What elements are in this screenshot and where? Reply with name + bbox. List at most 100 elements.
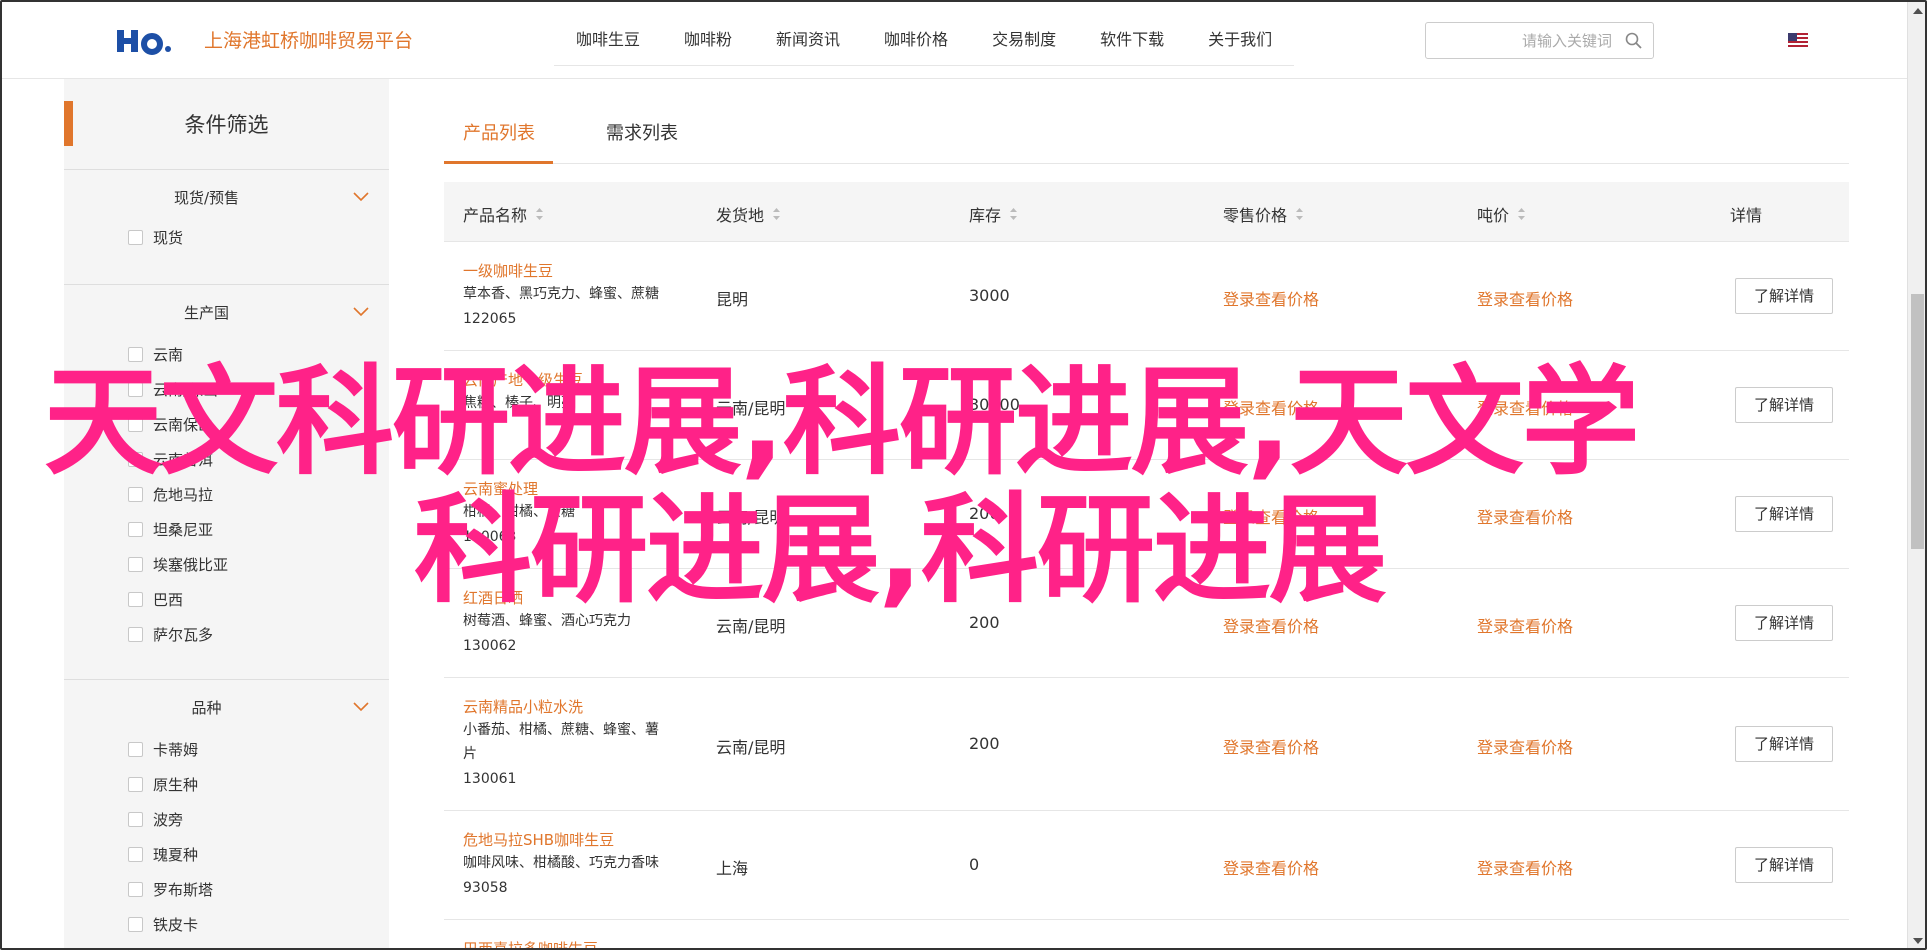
nav-item-about-us[interactable]: 关于我们 xyxy=(1186,24,1294,65)
company-logo[interactable] xyxy=(115,24,175,58)
sort-icon[interactable] xyxy=(535,207,544,221)
ton-price-login-link[interactable]: 登录查看价格 xyxy=(1477,286,1573,310)
column-header-retail-price[interactable]: 零售价格 xyxy=(1223,202,1304,226)
product-name-link[interactable]: 云南精品小粒水洗 xyxy=(463,696,583,717)
nav-item-software-download[interactable]: 软件下载 xyxy=(1078,24,1186,65)
filter-option[interactable]: 萨尔瓦多 xyxy=(128,624,213,644)
chevron-down-icon[interactable] xyxy=(353,702,369,712)
product-code: 130061 xyxy=(463,771,517,787)
filter-option[interactable]: 危地马拉 xyxy=(128,484,213,504)
browser-window: 上海港虹桥咖啡贸易平台 咖啡生豆 咖啡粉 新闻资讯 咖啡价格 交易制度 软件下载… xyxy=(0,0,1927,950)
filter-option[interactable]: 云南普洱 xyxy=(128,449,213,469)
product-name-link[interactable]: 巴西喜拉多咖啡生豆 xyxy=(463,938,598,948)
sort-icon[interactable] xyxy=(772,207,781,221)
product-name-link[interactable]: 一级咖啡生豆 xyxy=(463,260,553,281)
ton-price-login-link[interactable]: 登录查看价格 xyxy=(1477,504,1573,528)
checkbox[interactable] xyxy=(128,776,143,792)
retail-price-login-link[interactable]: 登录查看价格 xyxy=(1223,613,1319,637)
sort-icon[interactable] xyxy=(1295,207,1304,221)
filter-option[interactable]: 云南保山 xyxy=(128,414,213,434)
column-header-origin[interactable]: 发货地 xyxy=(716,202,781,226)
filter-option[interactable]: 卡蒂姆 xyxy=(128,739,198,759)
vertical-scrollbar[interactable] xyxy=(1907,2,1925,948)
retail-price-login-link[interactable]: 登录查看价格 xyxy=(1223,734,1319,758)
checkbox[interactable] xyxy=(128,916,143,932)
checkbox[interactable] xyxy=(128,346,143,362)
filter-option[interactable]: 铁皮卡 xyxy=(128,914,198,934)
product-name-link[interactable]: 云南蜜处理 xyxy=(463,478,538,499)
filter-group-title-variety[interactable]: 品种 xyxy=(64,697,349,718)
search-input[interactable] xyxy=(1426,23,1616,58)
checkbox[interactable] xyxy=(128,229,143,245)
filter-group-title-stock[interactable]: 现货/预售 xyxy=(64,187,349,208)
checkbox[interactable] xyxy=(128,381,143,397)
product-name-link[interactable]: 红酒日晒 xyxy=(463,587,523,608)
nav-item-coffee-powder[interactable]: 咖啡粉 xyxy=(662,24,754,65)
filter-option[interactable]: 罗布斯塔 xyxy=(128,879,213,899)
column-header-stock[interactable]: 库存 xyxy=(969,202,1018,226)
checkbox[interactable] xyxy=(128,451,143,467)
tab-demand-list[interactable]: 需求列表 xyxy=(606,119,678,145)
nav-item-trading-rules[interactable]: 交易制度 xyxy=(970,24,1078,65)
product-name-link[interactable]: 危地马拉SHB咖啡生豆 xyxy=(463,829,614,850)
search-icon[interactable] xyxy=(1625,32,1643,50)
filter-option[interactable]: 瑰夏种 xyxy=(128,844,198,864)
details-button[interactable]: 了解详情 xyxy=(1735,605,1833,641)
scrollbar-thumb[interactable] xyxy=(1911,294,1924,549)
checkbox[interactable] xyxy=(128,486,143,502)
active-tab-indicator xyxy=(444,161,553,164)
filter-option[interactable]: 云南 xyxy=(128,344,183,364)
details-button[interactable]: 了解详情 xyxy=(1735,726,1833,762)
column-header-ton-price[interactable]: 吨价 xyxy=(1477,202,1526,226)
product-name-link[interactable]: 云南产地一级生豆 xyxy=(463,369,583,390)
sort-icon[interactable] xyxy=(1009,207,1018,221)
details-button[interactable]: 了解详情 xyxy=(1735,278,1833,314)
divider xyxy=(64,284,389,285)
ton-price-login-link[interactable]: 登录查看价格 xyxy=(1477,855,1573,879)
ton-price-login-link[interactable]: 登录查看价格 xyxy=(1477,395,1573,419)
checkbox[interactable] xyxy=(128,846,143,862)
checkbox[interactable] xyxy=(128,556,143,572)
filter-option[interactable]: 云南/保山 xyxy=(128,379,218,399)
checkbox[interactable] xyxy=(128,811,143,827)
checkbox[interactable] xyxy=(128,416,143,432)
checkbox[interactable] xyxy=(128,881,143,897)
details-button[interactable]: 了解详情 xyxy=(1735,847,1833,883)
product-flavor: 焦糖、榛子、明亮 xyxy=(463,395,575,411)
brand-name[interactable]: 上海港虹桥咖啡贸易平台 xyxy=(204,26,413,53)
tab-bar: 产品列表 需求列表 xyxy=(444,79,1849,164)
chevron-down-icon[interactable] xyxy=(353,192,369,202)
retail-price-login-link[interactable]: 登录查看价格 xyxy=(1223,504,1319,528)
checkbox[interactable] xyxy=(128,591,143,607)
chevron-down-icon[interactable] xyxy=(353,307,369,317)
tab-product-list[interactable]: 产品列表 xyxy=(463,119,535,145)
us-flag-icon[interactable] xyxy=(1788,33,1808,47)
retail-price-login-link[interactable]: 登录查看价格 xyxy=(1223,395,1319,419)
details-button[interactable]: 了解详情 xyxy=(1735,496,1833,532)
table-row: 巴西喜拉多咖啡生豆 xyxy=(444,920,1849,948)
table-row: 一级咖啡生豆 草本香、黑巧克力、蜂蜜、蔗糖 122065 昆明 3000 登录查… xyxy=(444,242,1849,351)
nav-item-prices[interactable]: 咖啡价格 xyxy=(862,24,970,65)
main-nav: 咖啡生豆 咖啡粉 新闻资讯 咖啡价格 交易制度 软件下载 关于我们 xyxy=(554,24,1295,66)
column-header-name[interactable]: 产品名称 xyxy=(463,202,544,226)
filter-option[interactable]: 埃塞俄比亚 xyxy=(128,554,228,574)
checkbox[interactable] xyxy=(128,626,143,642)
nav-item-news[interactable]: 新闻资讯 xyxy=(754,24,862,65)
filter-option[interactable]: 现货 xyxy=(128,227,183,247)
checkbox[interactable] xyxy=(128,521,143,537)
scroll-up-arrow-icon[interactable] xyxy=(1913,8,1923,14)
retail-price-login-link[interactable]: 登录查看价格 xyxy=(1223,855,1319,879)
details-button[interactable]: 了解详情 xyxy=(1735,387,1833,423)
filter-option[interactable]: 波旁 xyxy=(128,809,183,829)
checkbox[interactable] xyxy=(128,741,143,757)
ton-price-login-link[interactable]: 登录查看价格 xyxy=(1477,613,1573,637)
sort-icon[interactable] xyxy=(1517,207,1526,221)
filter-option[interactable]: 巴西 xyxy=(128,589,183,609)
filter-option[interactable]: 原生种 xyxy=(128,774,198,794)
ton-price-login-link[interactable]: 登录查看价格 xyxy=(1477,734,1573,758)
filter-option[interactable]: 坦桑尼亚 xyxy=(128,519,213,539)
filter-group-title-country[interactable]: 生产国 xyxy=(64,302,349,323)
retail-price-login-link[interactable]: 登录查看价格 xyxy=(1223,286,1319,310)
nav-item-green-beans[interactable]: 咖啡生豆 xyxy=(554,24,662,65)
scroll-down-arrow-icon[interactable] xyxy=(1913,938,1923,944)
